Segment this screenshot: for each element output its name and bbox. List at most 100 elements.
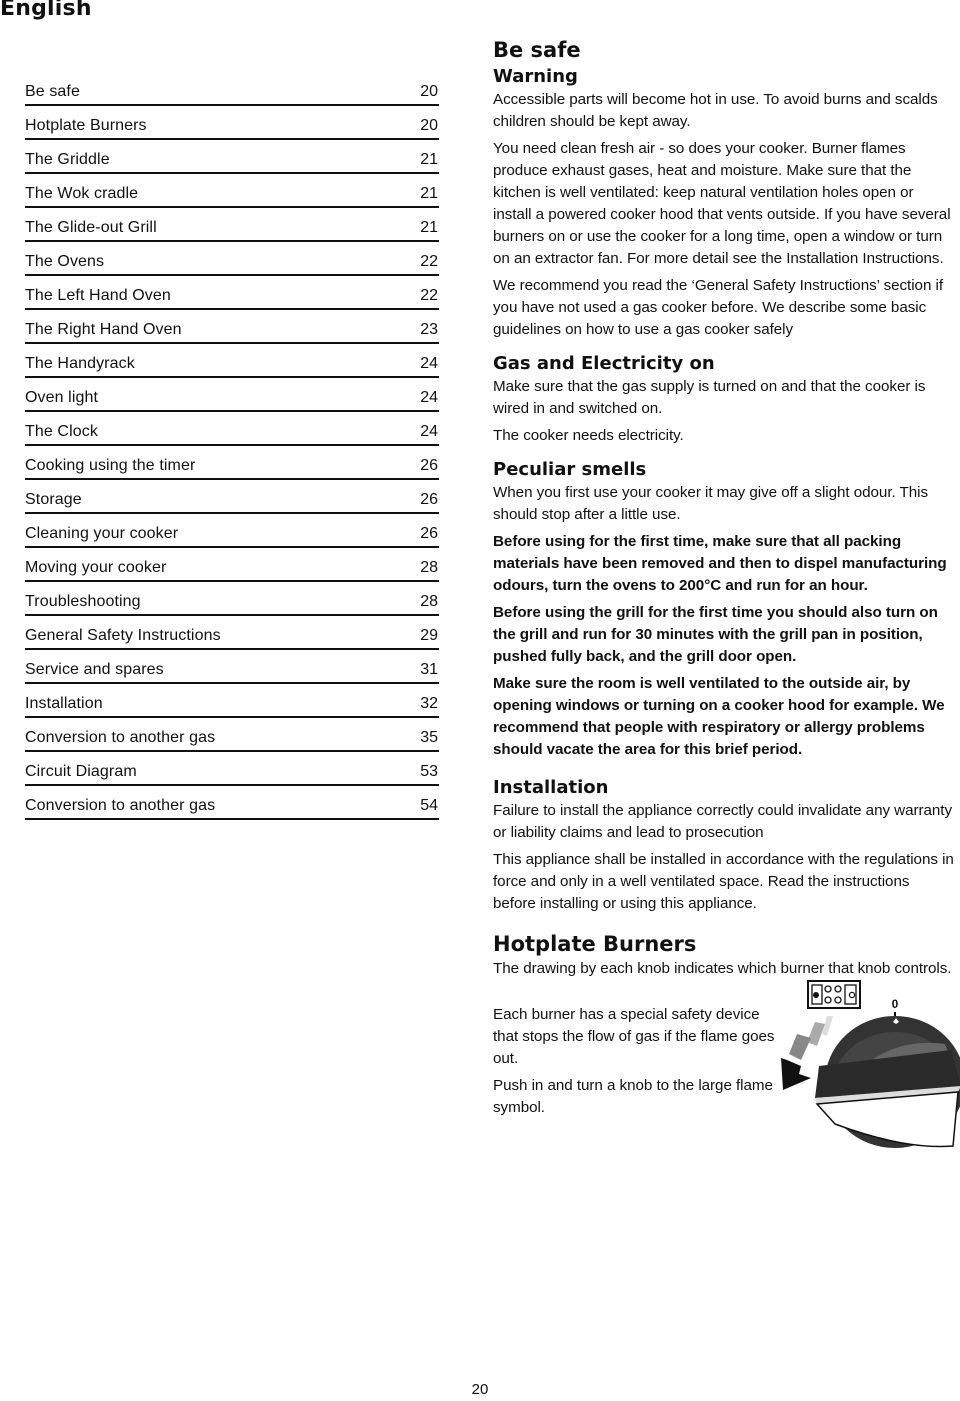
paragraph: You need clean fresh air - so does your … bbox=[493, 140, 951, 267]
toc-item-oven-light[interactable]: Oven light 24 bbox=[25, 378, 439, 412]
paragraph: Each burner has a special safety device … bbox=[493, 1006, 775, 1067]
toc-item-page: 24 bbox=[420, 355, 438, 372]
paragraph: When you first use your cooker it may gi… bbox=[493, 484, 929, 523]
toc-item-page: 35 bbox=[420, 729, 438, 746]
toc-item-page: 23 bbox=[420, 321, 438, 338]
toc-item-page: 26 bbox=[420, 491, 438, 508]
toc-item-title: Circuit Diagram bbox=[25, 763, 137, 780]
toc-item-page: 24 bbox=[420, 389, 438, 406]
toc-item-title: Installation bbox=[25, 695, 103, 712]
section-heading: Hotplate Burners bbox=[493, 932, 697, 956]
toc-item-ovens[interactable]: The Ovens 22 bbox=[25, 242, 439, 276]
toc-item-page: 21 bbox=[420, 219, 438, 236]
toc-item-storage[interactable]: Storage 26 bbox=[25, 480, 439, 514]
toc-item-title: The Right Hand Oven bbox=[25, 321, 182, 338]
paragraph: We recommend you read the ‘General Safet… bbox=[493, 277, 944, 338]
toc-item-title: Service and spares bbox=[25, 661, 164, 678]
toc-item-title: Moving your cooker bbox=[25, 559, 167, 576]
section-heading: Be safe bbox=[493, 38, 581, 62]
toc-item-clock[interactable]: The Clock 24 bbox=[25, 412, 439, 446]
toc-item-title: Troubleshooting bbox=[25, 593, 141, 610]
subsection-heading: Warning bbox=[493, 66, 578, 87]
knob-icon bbox=[815, 1016, 960, 1148]
section-gas-electricity: Gas and Electricity on Make sure that th… bbox=[493, 352, 955, 447]
paragraph: Make sure that the gas supply is turned … bbox=[493, 378, 926, 417]
toc-item-title: The Griddle bbox=[25, 151, 110, 168]
toc-item-installation[interactable]: Installation 32 bbox=[25, 684, 439, 718]
toc-item-title: The Handyrack bbox=[25, 355, 135, 372]
toc-item-page: 24 bbox=[420, 423, 438, 440]
toc-item-title: Conversion to another gas bbox=[25, 729, 216, 746]
toc-item-title: The Ovens bbox=[25, 253, 105, 270]
toc-item-page: 20 bbox=[420, 117, 438, 134]
toc-item-cooking-timer[interactable]: Cooking using the timer 26 bbox=[25, 446, 439, 480]
toc-item-title: The Left Hand Oven bbox=[25, 287, 171, 304]
paragraph: Failure to install the appliance correct… bbox=[493, 802, 953, 841]
knob-illustration: 0 bbox=[781, 980, 960, 1148]
toc-item-title: Conversion to another gas bbox=[25, 797, 216, 814]
paragraph: Accessible parts will become hot in use.… bbox=[493, 91, 938, 130]
toc-item-page: 26 bbox=[420, 525, 438, 542]
toc-item-hotplate-burners[interactable]: Hotplate Burners 20 bbox=[25, 106, 439, 140]
knob-zero-label: 0 bbox=[892, 997, 899, 1011]
toc-item-left-hand-oven[interactable]: The Left Hand Oven 22 bbox=[25, 276, 439, 310]
toc-item-page: 26 bbox=[420, 457, 438, 474]
toc-item-title: Oven light bbox=[25, 389, 99, 406]
toc-item-general-safety[interactable]: General Safety Instructions 29 bbox=[25, 616, 439, 650]
paragraph: The cooker needs electricity. bbox=[493, 427, 684, 444]
section-peculiar-smells: Peculiar smells When you first use your … bbox=[493, 458, 955, 761]
subsection-heading: Peculiar smells bbox=[493, 459, 647, 480]
subsection-heading: Gas and Electricity on bbox=[493, 353, 715, 374]
section-hotplate-burners: Hotplate Burners The drawing by each kno… bbox=[493, 930, 960, 1159]
toc-item-griddle[interactable]: The Griddle 21 bbox=[25, 140, 439, 174]
paragraph: This appliance shall be installed in acc… bbox=[493, 851, 954, 912]
toc-item-conversion-gas-2[interactable]: Conversion to another gas 54 bbox=[25, 786, 439, 820]
toc-item-conversion-gas[interactable]: Conversion to another gas 35 bbox=[25, 718, 439, 752]
toc-item-circuit-diagram[interactable]: Circuit Diagram 53 bbox=[25, 752, 439, 786]
toc-item-page: 32 bbox=[420, 695, 438, 712]
burner-layout-icon bbox=[807, 980, 861, 1009]
language-heading: English bbox=[0, 0, 92, 21]
toc-item-moving[interactable]: Moving your cooker 28 bbox=[25, 548, 439, 582]
toc-item-page: 31 bbox=[420, 661, 438, 678]
toc-item-wok-cradle[interactable]: The Wok cradle 21 bbox=[25, 174, 439, 208]
toc-item-title: Storage bbox=[25, 491, 82, 508]
burner-instructions: Each burner has a special safety device … bbox=[493, 980, 960, 1159]
toc-item-right-hand-oven[interactable]: The Right Hand Oven 23 bbox=[25, 310, 439, 344]
toc-item-be-safe[interactable]: Be safe 20 bbox=[25, 72, 439, 106]
toc-item-title: Be safe bbox=[25, 83, 80, 100]
burner-text: Each burner has a special safety device … bbox=[493, 1004, 778, 1124]
toc-item-service-spares[interactable]: Service and spares 31 bbox=[25, 650, 439, 684]
toc-item-title: The Glide-out Grill bbox=[25, 219, 157, 236]
toc-item-title: Cooking using the timer bbox=[25, 457, 196, 474]
toc-item-page: 20 bbox=[420, 83, 438, 100]
bold-paragraph: Before using the grill for the first tim… bbox=[493, 604, 938, 665]
toc-item-page: 22 bbox=[420, 253, 438, 270]
toc-item-troubleshooting[interactable]: Troubleshooting 28 bbox=[25, 582, 439, 616]
section-installation: Installation Failure to install the appl… bbox=[493, 776, 955, 915]
bold-paragraph: Before using for the first time, make su… bbox=[493, 533, 947, 594]
subsection-heading: Installation bbox=[493, 777, 609, 798]
section-be-safe: Be safe Warning Accessible parts will be… bbox=[493, 36, 955, 341]
content-column: Be safe Warning Accessible parts will be… bbox=[493, 36, 960, 1159]
toc-item-page: 53 bbox=[420, 763, 438, 780]
toc-item-glide-out-grill[interactable]: The Glide-out Grill 21 bbox=[25, 208, 439, 242]
toc-item-title: Cleaning your cooker bbox=[25, 525, 179, 542]
toc-item-cleaning[interactable]: Cleaning your cooker 26 bbox=[25, 514, 439, 548]
toc-item-title: The Wok cradle bbox=[25, 185, 139, 202]
toc-item-page: 21 bbox=[420, 151, 438, 168]
subsection-warning: Warning Accessible parts will become hot… bbox=[493, 65, 955, 341]
toc-item-page: 28 bbox=[420, 593, 438, 610]
toc-item-page: 54 bbox=[420, 797, 438, 814]
paragraph: Push in and turn a knob to the large fla… bbox=[493, 1077, 773, 1116]
toc-item-title: Hotplate Burners bbox=[25, 117, 147, 134]
bold-paragraph: Make sure the room is well ventilated to… bbox=[493, 675, 945, 758]
toc-item-title: The Clock bbox=[25, 423, 98, 440]
table-of-contents: Be safe 20 Hotplate Burners 20 The Griddle… bbox=[25, 72, 439, 820]
toc-item-page: 29 bbox=[420, 627, 438, 644]
toc-item-handyrack[interactable]: The Handyrack 24 bbox=[25, 344, 439, 378]
toc-item-title: General Safety Instructions bbox=[25, 627, 221, 644]
page-number: 20 bbox=[471, 1381, 489, 1398]
toc-item-page: 21 bbox=[420, 185, 438, 202]
toc-item-page: 22 bbox=[420, 287, 438, 304]
